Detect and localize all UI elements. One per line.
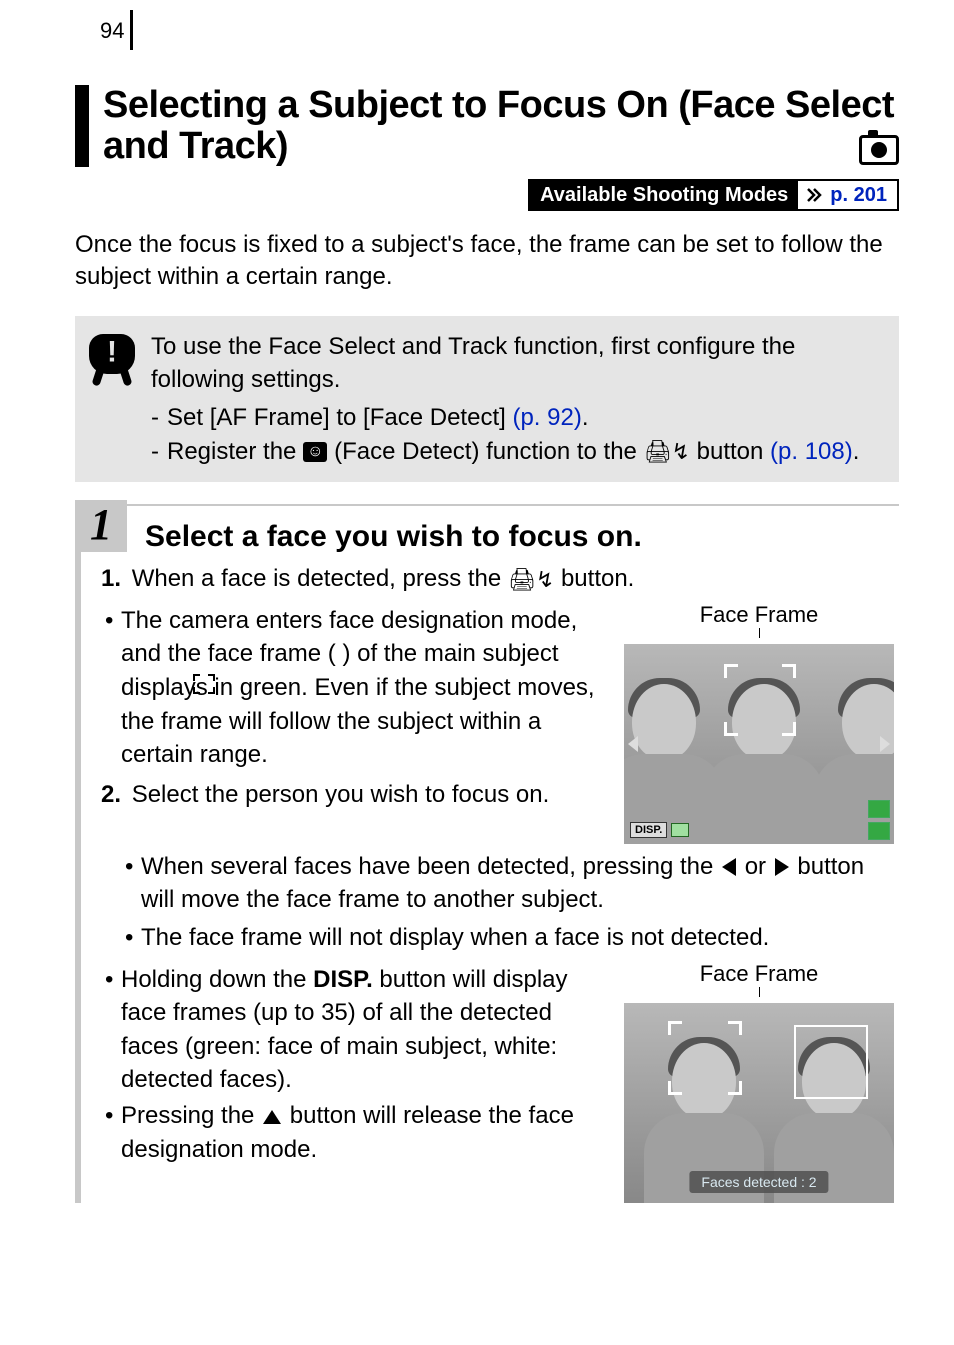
substep-2: 2. Select the person you wish to focus o… <box>101 778 599 812</box>
demo-image-1: DISP. <box>624 644 894 844</box>
intro-paragraph: Once the focus is fixed to a subject's f… <box>75 229 899 294</box>
bullet-disp-prefix: Holding down the <box>121 966 313 993</box>
demo-image-2: Faces detected : 2 <box>624 1003 894 1203</box>
substep-1-suffix: button. <box>554 565 634 592</box>
warning-item-1: Set [AF Frame] to [Face Detect] (p. 92). <box>151 401 883 435</box>
demo-caption-1: Face Frame <box>700 602 819 628</box>
warning-item-2: Register the ☺ (Face Detect) function to… <box>151 435 883 469</box>
faces-detected-status: Faces detected : 2 <box>689 1171 828 1193</box>
substep-1: 1. When a face is detected, press the 🖨︎… <box>101 562 899 596</box>
bullet-release: Pressing the button will release the fac… <box>101 1099 599 1166</box>
warning-item-1-link[interactable]: (p. 92) <box>512 404 581 431</box>
face-detect-overlay-icon <box>671 823 689 837</box>
warning-item-2-prefix: Register the <box>167 438 303 465</box>
face-frame-brackets-icon <box>193 674 215 694</box>
substep-1-prefix: When a face is detected, press the <box>132 565 508 592</box>
section-heading: Selecting a Subject to Focus On (Face Se… <box>103 85 899 167</box>
face-frame-overlay-main <box>668 1021 742 1095</box>
available-modes-box: Available Shooting Modes p. 201 <box>528 179 899 211</box>
warning-lead: To use the Face Select and Track functio… <box>151 333 795 394</box>
available-modes-page-link[interactable]: p. 201 <box>828 181 897 209</box>
warning-box: ! To use the Face Select and Track funct… <box>75 316 899 482</box>
bullet-no-face: The face frame will not display when a f… <box>101 921 899 955</box>
substep-1-details: The camera enters face designation mode,… <box>101 602 599 844</box>
face-frame-overlay-secondary <box>794 1025 868 1099</box>
section-heading-row: Selecting a Subject to Focus On (Face Se… <box>75 85 899 167</box>
demo-image-2-group: Face Frame Faces detected : 2 <box>619 961 899 1203</box>
warning-item-2-suffix: button <box>690 438 770 465</box>
available-modes-label: Available Shooting Modes <box>530 181 798 209</box>
disp-overlay-label: DISP. <box>630 822 667 838</box>
overlay-status-icon <box>868 800 890 818</box>
demo-caption-2: Face Frame <box>700 961 819 987</box>
section-heading-text: Selecting a Subject to Focus On (Face Se… <box>103 84 894 167</box>
face-detect-icon: ☺ <box>303 442 327 462</box>
nav-right-arrow-icon <box>880 736 890 752</box>
disp-button-name: DISP. <box>313 966 373 993</box>
bullet-disp-hold: Holding down the DISP. button will displ… <box>101 963 599 1097</box>
warning-item-2-mid: (Face Detect) function to the <box>327 438 643 465</box>
print-share-icon: 🖨︎↯ <box>644 441 690 463</box>
substep-2-details-2: Holding down the DISP. button will displ… <box>101 961 599 1203</box>
camera-icon <box>859 135 899 165</box>
substep-1-bullet: The camera enters face designation mode,… <box>101 604 599 772</box>
demo-image-1-group: Face Frame <box>619 602 899 844</box>
face-frame-overlay <box>724 664 796 736</box>
up-arrow-icon <box>263 1110 281 1124</box>
bullet-multi-face-a: When several faces have been detected, p… <box>141 853 720 880</box>
available-modes-row: Available Shooting Modes p. 201 <box>75 179 899 211</box>
substep-2-bullets-a: When several faces have been detected, p… <box>101 850 899 955</box>
warning-item-1-suffix: . <box>582 404 589 431</box>
bullet-release-prefix: Pressing the <box>121 1102 261 1129</box>
heading-accent-bar <box>75 85 89 167</box>
overlay-status-icon <box>868 822 890 840</box>
page-top-rule <box>130 10 133 50</box>
warning-item-2-link[interactable]: (p. 108) <box>770 438 853 465</box>
bullet-multi-face: When several faces have been detected, p… <box>101 850 899 917</box>
warning-text: To use the Face Select and Track functio… <box>151 330 883 468</box>
warning-icon: ! <box>87 330 137 468</box>
substep-2-text: Select the person you wish to focus on. <box>132 781 550 808</box>
chevron-right-icon <box>798 181 828 209</box>
warning-item-2-suffix2: . <box>853 438 860 465</box>
warning-item-1-prefix: Set [AF Frame] to [Face Detect] <box>167 404 512 431</box>
left-arrow-icon <box>722 858 736 876</box>
step-number: 1 <box>75 500 127 552</box>
right-arrow-icon <box>775 858 789 876</box>
step-1: 1 Select a face you wish to focus on. 1.… <box>75 504 899 1202</box>
print-share-icon: 🖨︎↯ <box>508 569 554 591</box>
bullet-multi-face-b: or <box>738 853 773 880</box>
page-number: 94 <box>100 18 124 44</box>
step-title: Select a face you wish to focus on. <box>145 520 899 554</box>
nav-left-arrow-icon <box>628 736 638 752</box>
